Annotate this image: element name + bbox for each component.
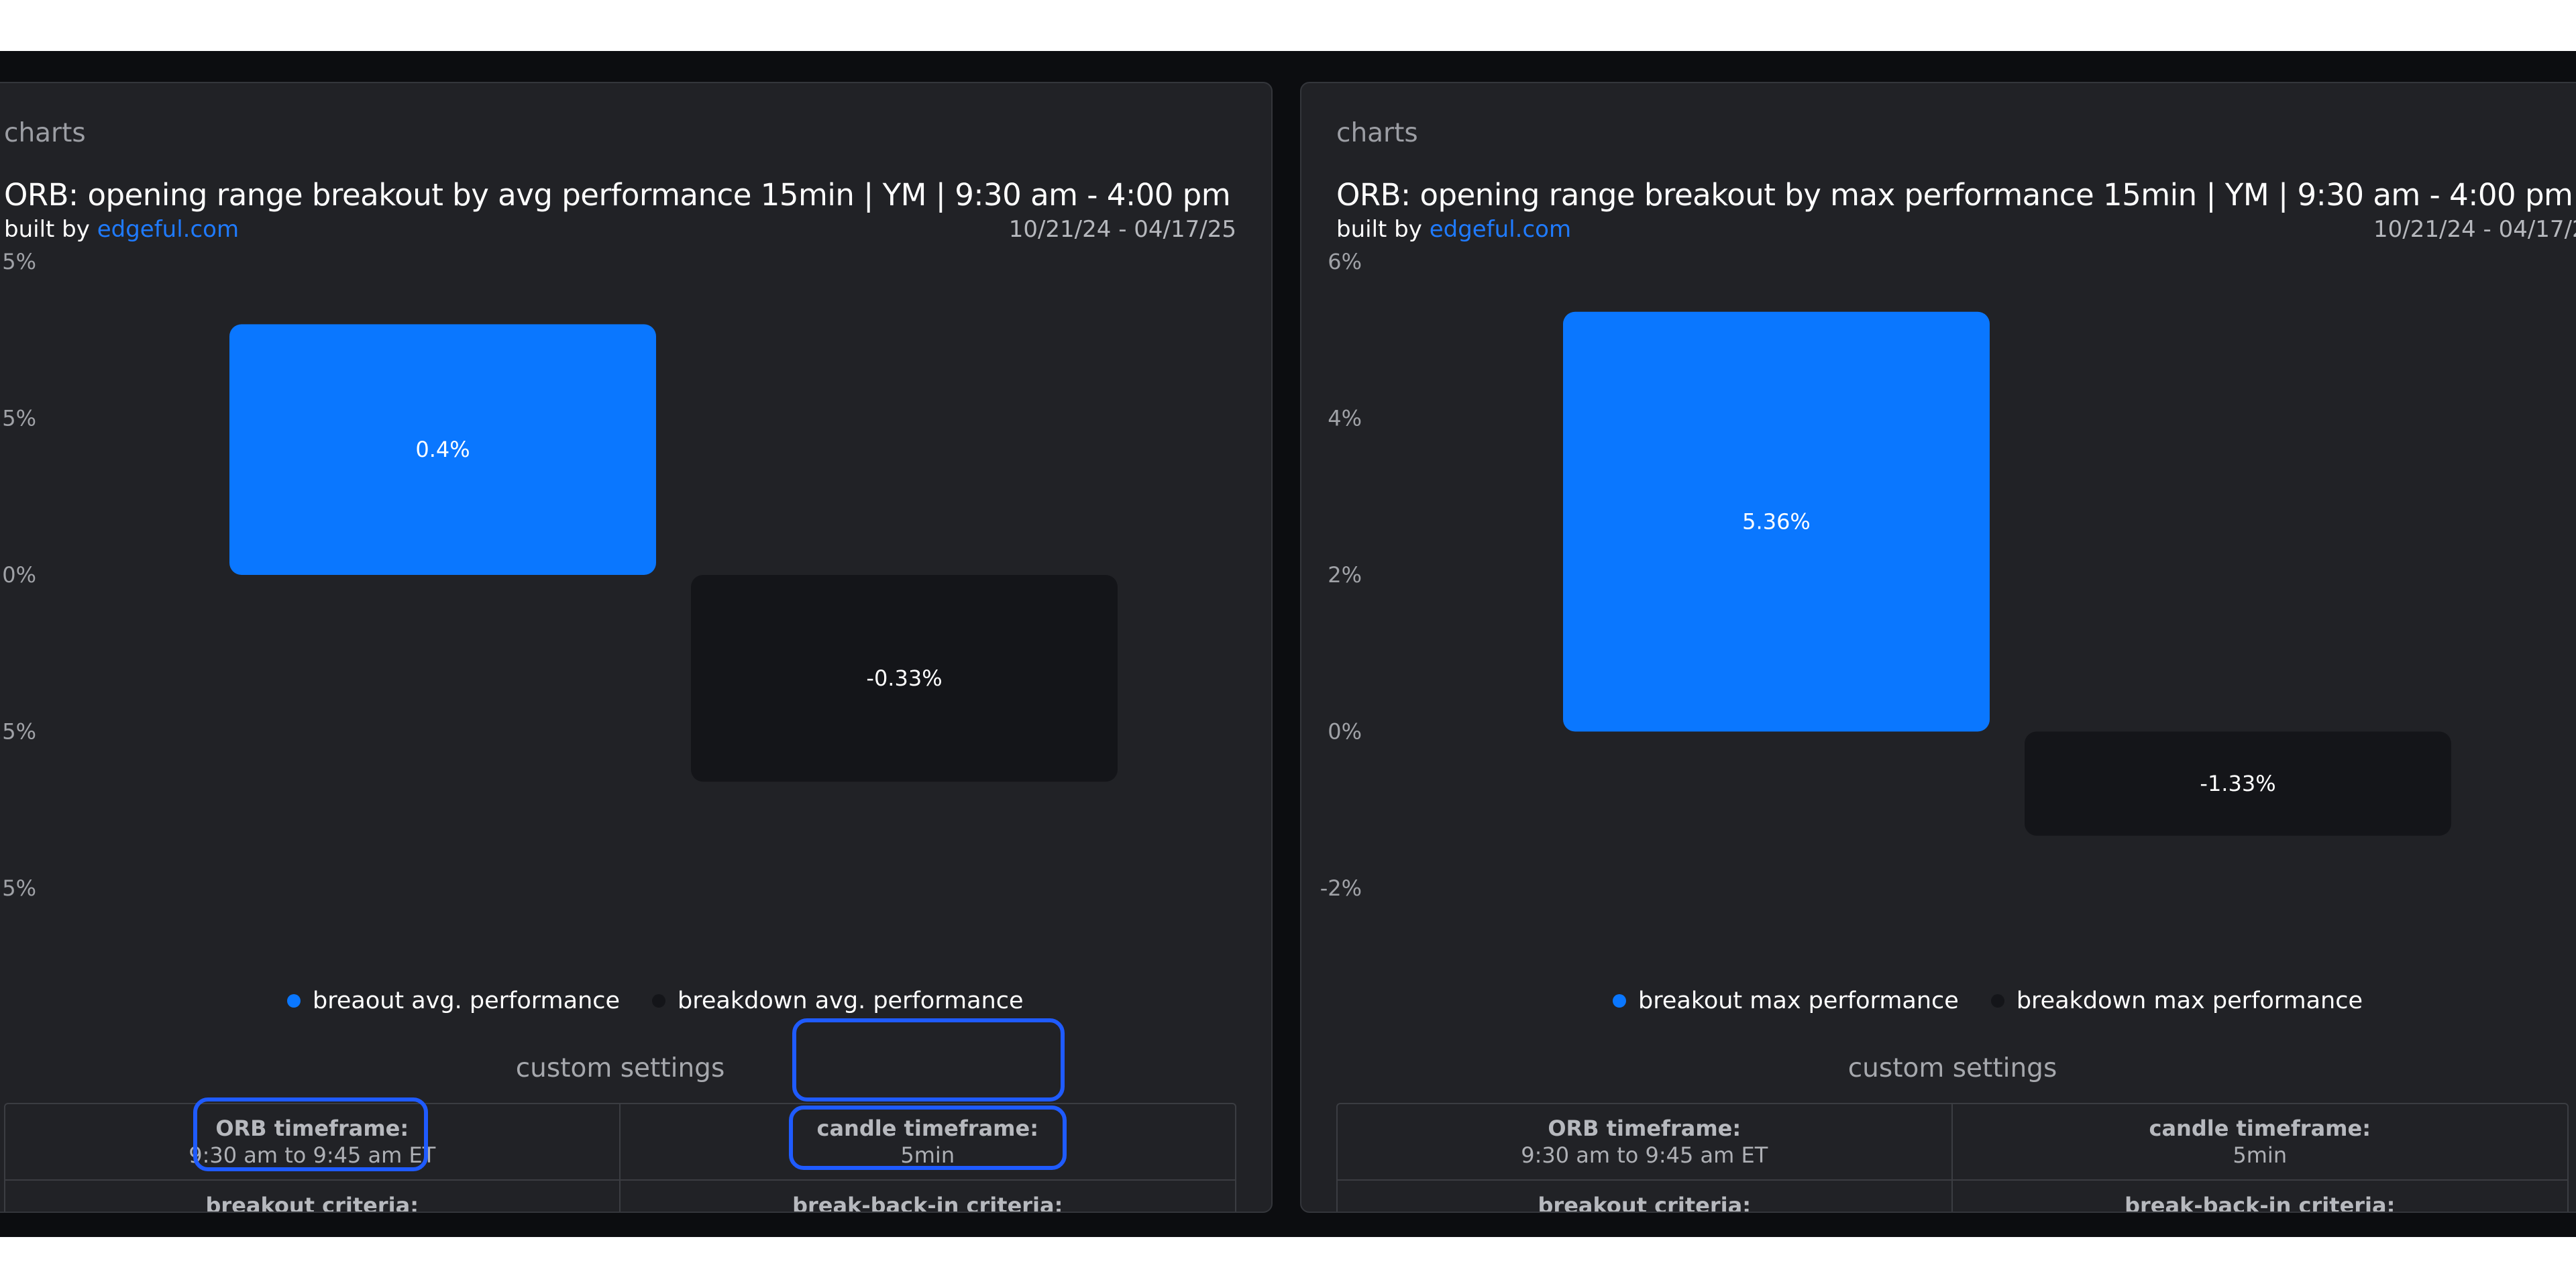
y-tick-label: 6%: [1328, 249, 1362, 274]
y-tick-label: -0.5%: [0, 875, 36, 901]
y-tick-label: 0.25%: [0, 406, 36, 431]
setting-label: candle timeframe:: [2149, 1116, 2371, 1141]
bar-chart-max: 6% 4% 2% 0% -2% 5.36% -1.33%: [1320, 249, 2451, 901]
y-tick-label: 4%: [1328, 406, 1362, 431]
bar-value-label: -1.33%: [2200, 771, 2275, 796]
setting-label: ORB timeframe:: [215, 1116, 409, 1141]
setting-break-back-in-criteria: break-back-in criteria: close: [1953, 1181, 2568, 1213]
setting-label: break-back-in criteria:: [2125, 1193, 2396, 1213]
legend-item-breakout[interactable]: breakout max performance: [1613, 987, 1959, 1014]
legend-label: breakdown avg. performance: [678, 987, 1024, 1014]
setting-value: 9:30 am to 9:45 am ET: [189, 1142, 436, 1168]
legend-item-breakdown[interactable]: breakdown max performance: [1990, 987, 2363, 1014]
legend-dot-icon: [1990, 994, 2004, 1008]
setting-break-back-in-criteria: break-back-in criteria: close: [621, 1181, 1236, 1213]
custom-settings-title: custom settings: [515, 1053, 725, 1083]
y-tick-label: -2%: [1320, 875, 1362, 901]
setting-label: break-back-in criteria:: [792, 1193, 1063, 1213]
setting-orb-timeframe: ORB timeframe: 9:30 am to 9:45 am ET: [5, 1104, 621, 1181]
legend-dot-icon: [652, 994, 666, 1008]
y-tick-label: 0%: [2, 562, 36, 588]
legend-label: breaout avg. performance: [313, 987, 621, 1014]
bar-value-label: 0.4%: [415, 437, 470, 462]
bar-value-label: 5.36%: [1742, 509, 1811, 535]
setting-breakout-criteria: breakout criteria: close: [1338, 1181, 1953, 1213]
setting-candle-timeframe: candle timeframe: 5min: [620, 1104, 1235, 1181]
custom-settings-table: ORB timeframe: 9:30 am to 9:45 am ET can…: [4, 1103, 1236, 1213]
y-tick-label: 2%: [1328, 562, 1362, 588]
chart-card-max-performance: charts ORB: opening range breakout by ma…: [1300, 82, 2576, 1213]
legend-item-breakdown[interactable]: breakdown avg. performance: [652, 987, 1023, 1014]
setting-candle-timeframe: candle timeframe: 5min: [1952, 1104, 2567, 1181]
chart-card-avg-performance: charts ORB: opening range breakout by av…: [0, 82, 1273, 1213]
bar-chart-avg: 0.5% 0.25% 0% 0.25% -0.5% 0.4% -0.33%: [0, 249, 1118, 901]
legend-label: breakdown max performance: [2016, 987, 2363, 1014]
y-tick-label: 0.5%: [0, 249, 36, 274]
y-tick-label: 0.25%: [0, 719, 36, 745]
setting-label: breakout criteria:: [1538, 1193, 1751, 1213]
legend-item-breakout[interactable]: breaout avg. performance: [287, 987, 620, 1014]
setting-value: 5min: [2233, 1142, 2288, 1168]
custom-settings-table: ORB timeframe: 9:30 am to 9:45 am ET can…: [1336, 1103, 2569, 1213]
legend-dot-icon: [287, 994, 301, 1008]
bar-value-label: -0.33%: [866, 665, 942, 691]
legend-label: breakout max performance: [1638, 987, 1959, 1014]
custom-settings-title: custom settings: [1847, 1053, 2057, 1083]
setting-value: 5min: [900, 1142, 955, 1168]
legend-dot-icon: [1613, 994, 1626, 1008]
setting-label: breakout criteria:: [205, 1193, 419, 1213]
y-tick-label: 0%: [1328, 719, 1362, 745]
chart-legend: breaout avg. performance breakdown avg. …: [287, 987, 1023, 1014]
setting-label: ORB timeframe:: [1548, 1116, 1741, 1141]
setting-label: candle timeframe:: [816, 1116, 1038, 1141]
setting-breakout-criteria: breakout criteria: close: [5, 1181, 621, 1213]
setting-orb-timeframe: ORB timeframe: 9:30 am to 9:45 am ET: [1338, 1104, 1953, 1181]
chart-legend: breakout max performance breakdown max p…: [1613, 987, 2363, 1014]
setting-value: 9:30 am to 9:45 am ET: [1521, 1142, 1768, 1168]
